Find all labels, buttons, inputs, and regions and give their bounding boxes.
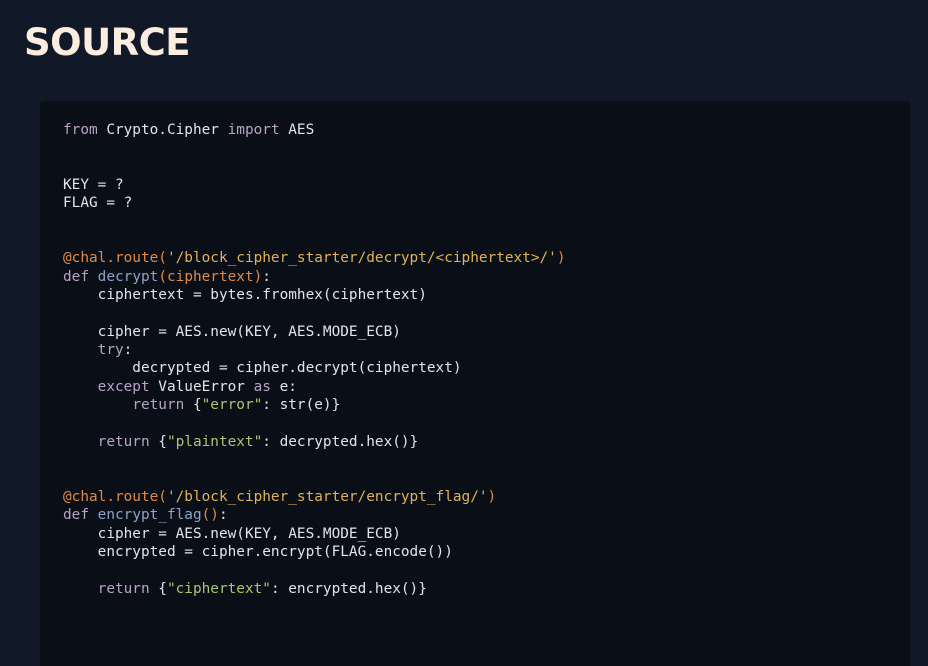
- code-parameters: (): [201, 507, 219, 524]
- code-text: Crypto.Cipher: [97, 122, 228, 138]
- code-keyword: return: [97, 580, 150, 597]
- code-text: :: [262, 268, 271, 285]
- code-line: encrypted = cipher.encrypt(FLAG.encode()…: [63, 543, 566, 561]
- code-dict-string: "error": [201, 397, 263, 414]
- code-text: FLAG = ?: [63, 195, 133, 212]
- code-text: ciphertext = bytes.fromhex(ciphertext): [63, 287, 427, 304]
- code-keyword: from: [63, 122, 98, 138]
- code-route-string: '/block_cipher_starter/encrypt_flag/': [166, 488, 488, 505]
- code-text: decrypted = cipher.decrypt(ciphertext): [63, 360, 462, 377]
- code-dict-string: "ciphertext": [166, 580, 271, 597]
- code-text: {: [149, 433, 167, 450]
- code-line: return {"ciphertext": encrypted.hex()}: [63, 580, 566, 598]
- code-parameters: (ciphertext): [158, 268, 263, 285]
- code-text: : str(e)}: [262, 397, 341, 414]
- code-line: @chal.route('/block_cipher_starter/decry…: [63, 249, 566, 267]
- code-decorator: ): [487, 488, 497, 505]
- source-code-block[interactable]: from Crypto.Cipher import AES KEY = ? FLAG…: [63, 121, 566, 598]
- code-line: cipher = AES.new(KEY, AES.MODE_ECB): [63, 323, 566, 341]
- code-line: cipher = AES.new(KEY, AES.MODE_ECB): [63, 525, 566, 543]
- code-line: def decrypt(ciphertext):: [63, 268, 566, 286]
- code-text: KEY = ?: [63, 177, 124, 194]
- code-decorator: ): [556, 250, 566, 267]
- code-keyword: return: [132, 397, 185, 414]
- code-line: return {"plaintext": decrypted.hex()}: [63, 433, 566, 451]
- code-decorator: @chal.route(: [63, 488, 167, 505]
- code-keyword: except: [97, 378, 150, 395]
- code-keyword: def: [63, 507, 89, 524]
- code-line: ciphertext = bytes.fromhex(ciphertext): [63, 286, 566, 304]
- code-dict-string: "plaintext": [166, 433, 263, 450]
- code-text: :: [218, 507, 228, 524]
- code-text: {: [184, 397, 202, 414]
- code-function-name: encrypt_flag: [97, 507, 202, 524]
- code-line: FLAG = ?: [63, 194, 566, 212]
- code-line: except ValueError as e:: [63, 378, 566, 396]
- code-route-string: '/block_cipher_starter/decrypt/<cipherte…: [166, 250, 557, 267]
- page-title: SOURCE: [24, 21, 191, 64]
- code-keyword: def: [63, 268, 89, 285]
- code-keyword: return: [97, 433, 150, 450]
- code-line: return {"error": str(e)}: [63, 396, 566, 414]
- code-keyword: try: [97, 342, 124, 359]
- code-text: encrypted = cipher.encrypt(FLAG.encode()…: [63, 543, 453, 560]
- code-function-name: decrypt: [97, 268, 159, 285]
- code-line: decrypted = cipher.decrypt(ciphertext): [63, 359, 566, 377]
- code-line: KEY = ?: [63, 176, 566, 194]
- code-line: @chal.route('/block_cipher_starter/encry…: [63, 488, 566, 506]
- code-keyword: import: [227, 122, 280, 138]
- source-code-panel: from Crypto.Cipher import AES KEY = ? FLAG…: [40, 101, 910, 666]
- code-line: try:: [63, 341, 566, 359]
- code-text: e:: [270, 378, 297, 395]
- code-decorator: @chal.route(: [63, 250, 167, 267]
- code-text: :: [123, 342, 133, 359]
- code-text: : encrypted.hex()}: [270, 580, 427, 597]
- code-text: cipher = AES.new(KEY, AES.MODE_ECB): [63, 323, 401, 340]
- code-line: from Crypto.Cipher import AES: [63, 121, 566, 139]
- code-text: cipher = AES.new(KEY, AES.MODE_ECB): [63, 525, 401, 542]
- code-text: ValueError: [149, 378, 254, 395]
- code-line: def encrypt_flag():: [63, 506, 566, 524]
- code-text: : decrypted.hex()}: [262, 433, 419, 450]
- code-text: {: [149, 580, 167, 597]
- code-text: AES: [279, 122, 315, 138]
- code-keyword: as: [253, 378, 271, 395]
